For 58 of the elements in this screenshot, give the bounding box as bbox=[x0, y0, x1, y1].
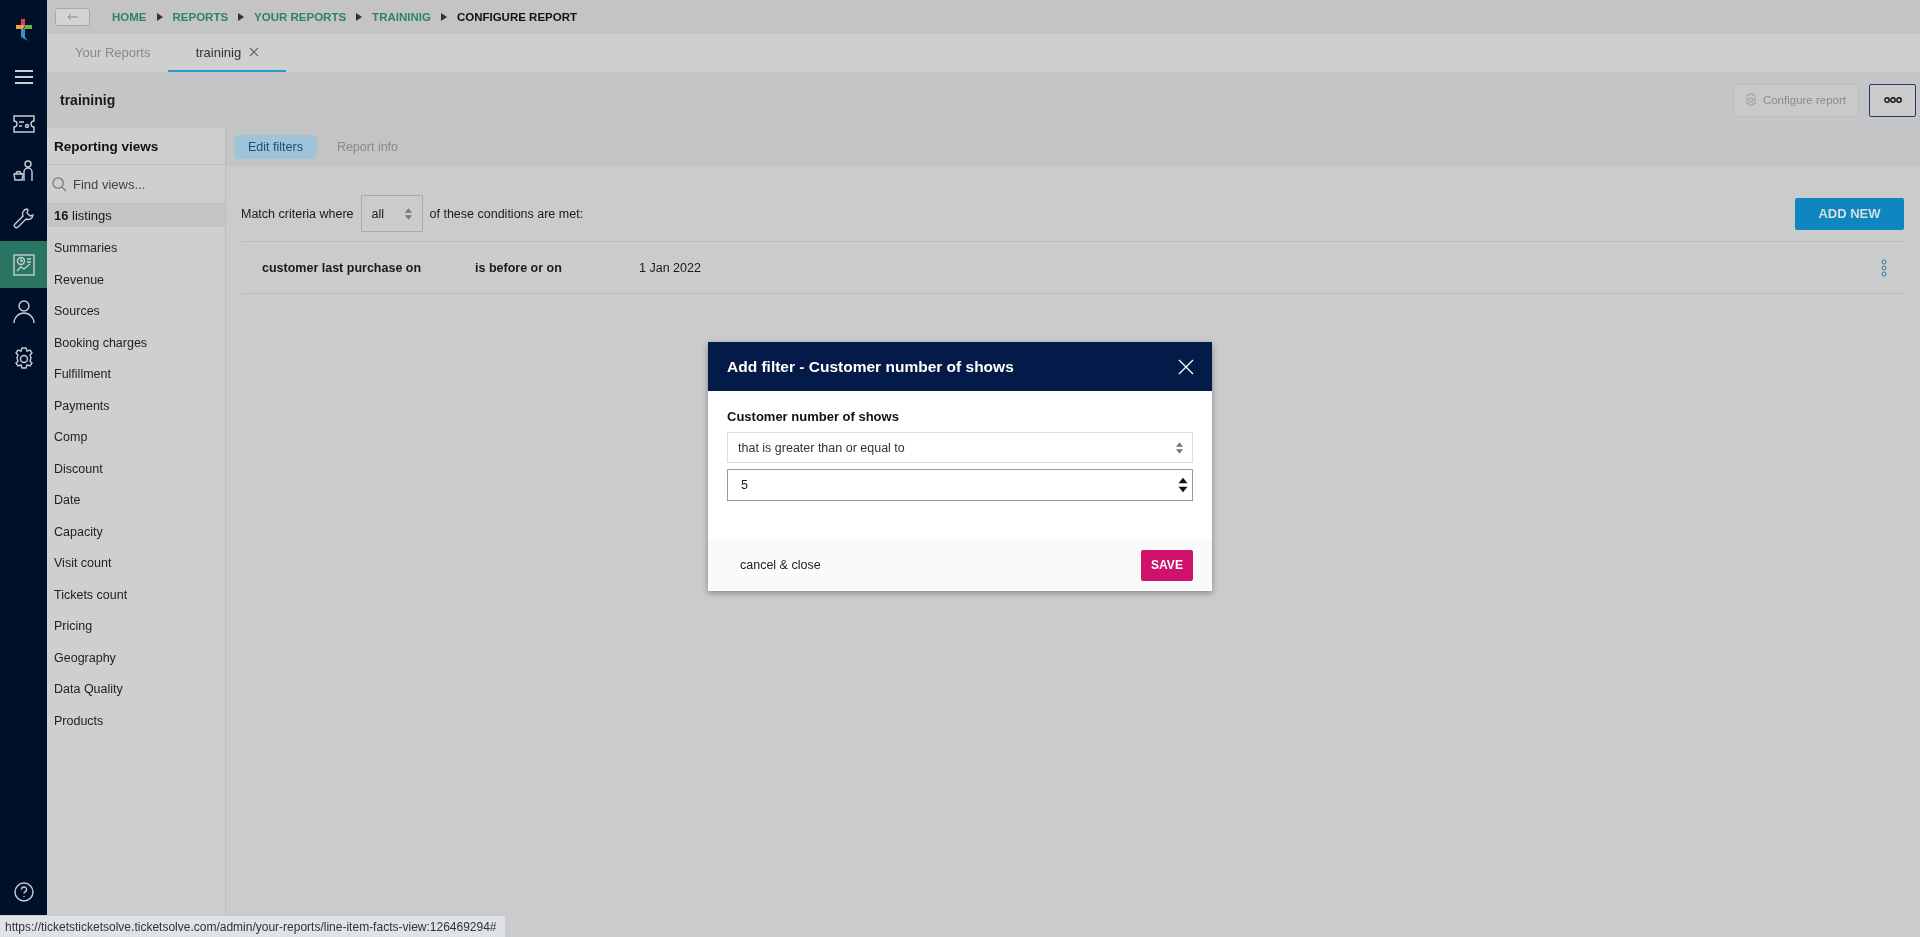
settings-icon bbox=[1743, 93, 1758, 107]
dialog-title: Add filter - Customer number of shows bbox=[727, 357, 1014, 376]
breadcrumb-link[interactable]: CONFIGURE REPORT bbox=[456, 11, 577, 23]
help-icon[interactable] bbox=[13, 881, 34, 902]
tab[interactable]: Edit filters bbox=[234, 135, 317, 159]
sidebar-item[interactable]: Fulfillment bbox=[47, 366, 225, 398]
sidebar-item[interactable]: Products bbox=[47, 712, 225, 744]
more-button[interactable] bbox=[1869, 83, 1916, 117]
sidebar-item[interactable]: Revenue bbox=[47, 271, 225, 303]
sidebar-item[interactable]: Comp bbox=[47, 429, 225, 461]
caret-icon bbox=[440, 13, 447, 21]
sidebar-item[interactable]: Data Quality bbox=[47, 681, 225, 713]
filter-field: customer last purchase on bbox=[262, 260, 475, 275]
listings-count[interactable]: 16 listings bbox=[47, 204, 225, 227]
sidebar-title: Reporting views bbox=[47, 128, 225, 165]
wrench-icon[interactable] bbox=[12, 206, 35, 229]
search-field[interactable]: Find views... bbox=[71, 175, 211, 193]
sidebar-item[interactable]: Sources bbox=[47, 303, 225, 335]
field-label: Customer number of shows bbox=[727, 409, 900, 424]
match-label: Match criteria where bbox=[241, 206, 354, 221]
cancel-link[interactable]: cancel & close bbox=[740, 558, 821, 572]
filter-value: 1 Jan 2022 bbox=[639, 260, 702, 275]
sidebar-item[interactable]: Summaries bbox=[47, 240, 225, 272]
sidebar-item[interactable]: Visit count bbox=[47, 555, 225, 587]
sort-arrows-icon[interactable] bbox=[1175, 440, 1184, 455]
user-icon[interactable] bbox=[12, 299, 35, 324]
report-title: traininig bbox=[60, 92, 117, 108]
spinner-arrows-icon[interactable] bbox=[1177, 476, 1189, 494]
caret-icon bbox=[156, 13, 163, 21]
caret-icon bbox=[238, 13, 245, 21]
match-select[interactable]: all bbox=[360, 195, 423, 232]
close-icon[interactable] bbox=[249, 47, 260, 57]
sidebar-item[interactable]: Payments bbox=[47, 397, 225, 429]
status-url: https://ticketsticketsolve.ticketsolve.com/admin/your-reports/line-item-facts-view:126469294# bbox=[0, 915, 506, 937]
sort-arrows-icon[interactable] bbox=[403, 206, 413, 221]
number-input[interactable]: 5 bbox=[727, 469, 1193, 501]
ticket-icon[interactable] bbox=[12, 114, 35, 133]
sidebar-item[interactable]: Booking charges bbox=[47, 334, 225, 366]
sidebar-item[interactable]: Geography bbox=[47, 649, 225, 681]
save-button[interactable]: SAVE bbox=[1141, 549, 1193, 581]
close-button[interactable] bbox=[1178, 358, 1194, 375]
nav-item[interactable] bbox=[0, 241, 47, 288]
back-arrow-icon bbox=[66, 13, 79, 21]
more-icon bbox=[1883, 97, 1902, 103]
sidebar-item[interactable]: Tickets count bbox=[47, 586, 225, 618]
caret-icon bbox=[356, 13, 363, 21]
report-icon[interactable] bbox=[12, 253, 35, 276]
sidebar-item[interactable]: Pricing bbox=[47, 618, 225, 650]
search-icon bbox=[52, 176, 67, 192]
sidebar-item[interactable]: Capacity bbox=[47, 523, 225, 555]
filter-operator: is before or on bbox=[475, 260, 563, 275]
menu-icon[interactable] bbox=[13, 68, 34, 85]
people-icon[interactable] bbox=[11, 159, 36, 182]
sidebar-item[interactable]: Discount bbox=[47, 460, 225, 492]
operator-select[interactable]: that is greater than or equal to bbox=[727, 432, 1193, 463]
match-label: of these conditions are met: bbox=[429, 206, 584, 221]
logo-icon bbox=[15, 18, 32, 41]
sidebar-item[interactable]: Date bbox=[47, 492, 225, 524]
